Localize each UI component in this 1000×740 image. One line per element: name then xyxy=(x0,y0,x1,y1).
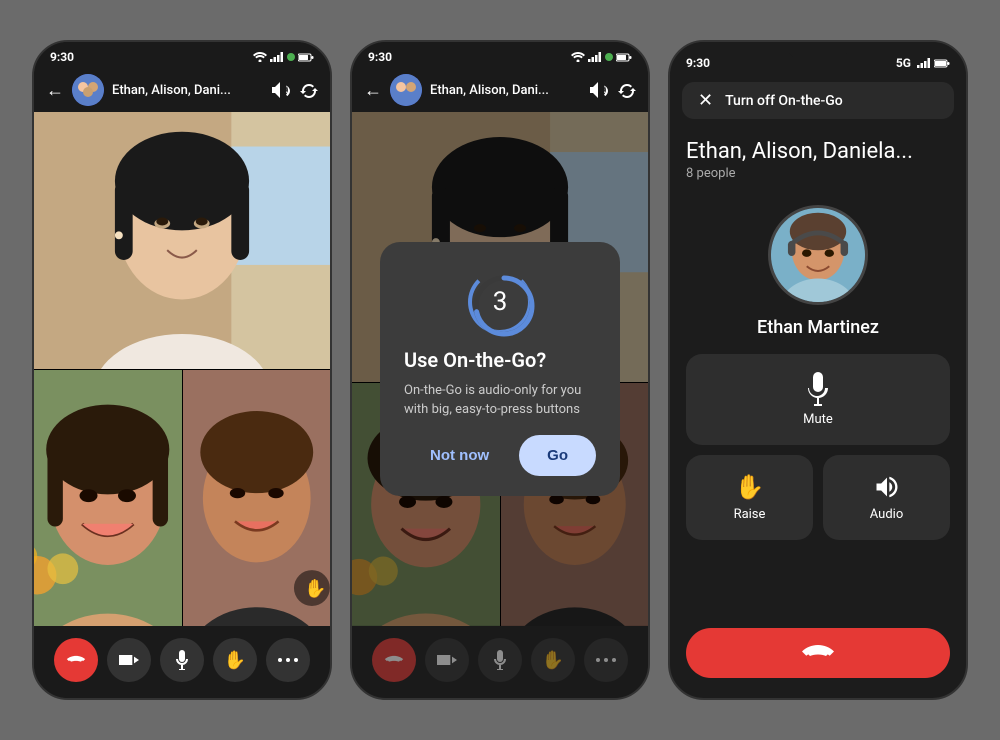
phone3-people-count: 8 people xyxy=(670,166,966,197)
end-call-button-3[interactable] xyxy=(686,628,950,678)
end-call-button-1[interactable] xyxy=(54,638,98,682)
phone-2: 9:30 ← xyxy=(350,40,650,700)
notch xyxy=(788,42,848,58)
status-icons-2 xyxy=(571,52,632,62)
mute-label-3: Mute xyxy=(803,412,833,427)
rotate-icon-2[interactable] xyxy=(618,82,636,98)
call-header-icons-2 xyxy=(590,82,636,98)
signal-label-3: 5G xyxy=(896,56,911,70)
call-header-icons-1 xyxy=(272,82,318,98)
audio-button-3[interactable]: Audio xyxy=(823,455,950,540)
call-controls-1: ✋ xyxy=(34,626,330,698)
signal-icon xyxy=(270,52,284,62)
green-dot-2 xyxy=(605,53,613,61)
call-header-1: ← Ethan, Alison, Dani... xyxy=(34,68,330,112)
mic-icon-3 xyxy=(804,372,832,406)
phone-3: 9:30 5G ✕ Turn off On-the-Go Ethan, Alis… xyxy=(668,40,968,700)
mute-button-3[interactable]: Mute xyxy=(686,354,950,445)
dialog-timer: 3 xyxy=(468,270,532,334)
svg-text:✋: ✋ xyxy=(304,577,326,599)
speaker-icon-2[interactable] xyxy=(590,82,608,98)
signal-icon-3 xyxy=(917,58,931,68)
wifi-icon-2 xyxy=(571,52,585,62)
audio-label-3: Audio xyxy=(870,507,903,522)
dialog-overlay: 3 Use On-the-Go? On-the-Go is audio-only… xyxy=(352,112,648,626)
video-top-1 xyxy=(34,112,330,369)
time-1: 9:30 xyxy=(50,50,74,64)
dialog-title: Use On-the-Go? xyxy=(404,348,546,372)
phone3-avatar xyxy=(768,205,868,305)
raise-button-3[interactable]: ✋ Raise xyxy=(686,455,813,540)
phone3-top-bar: ✕ Turn off On-the-Go xyxy=(682,82,954,119)
phone3-bottom-row: ✋ Raise Audio xyxy=(686,455,950,540)
battery-icon-3 xyxy=(934,59,950,68)
end-call-button-2[interactable] xyxy=(372,638,416,682)
more-button-1[interactable] xyxy=(266,638,310,682)
battery-icon-2 xyxy=(616,53,632,62)
dialog-buttons: Not now Go xyxy=(404,435,596,476)
phone3-call-title: Ethan, Alison, Daniela... xyxy=(670,127,966,166)
header-label-3: Turn off On-the-Go xyxy=(725,93,843,109)
call-header-2: ← Ethan, Alison, Dani... xyxy=(352,68,648,112)
end-call-icon-3 xyxy=(802,644,834,662)
status-icons-3: 5G xyxy=(896,56,950,70)
video-button-2[interactable] xyxy=(425,638,469,682)
wifi-icon xyxy=(253,52,267,62)
timer-number: 3 xyxy=(493,287,508,317)
call-controls-2: ✋ xyxy=(352,626,648,698)
call-title-1: Ethan, Alison, Dani... xyxy=(112,83,264,98)
go-button[interactable]: Go xyxy=(519,435,596,476)
close-button-3[interactable]: ✕ xyxy=(698,90,713,111)
more-button-2[interactable] xyxy=(584,638,628,682)
video-bottom-1: ✋ xyxy=(34,370,330,627)
time-2: 9:30 xyxy=(368,50,392,64)
participant-face-2 xyxy=(34,370,182,627)
video-grid-1: ✋ xyxy=(34,112,330,626)
status-bar-2: 9:30 xyxy=(352,42,648,68)
video-button-1[interactable] xyxy=(107,638,151,682)
raise-label-3: Raise xyxy=(734,507,766,522)
status-bar-1: 9:30 xyxy=(34,42,330,68)
participant-face-3: ✋ xyxy=(183,370,331,627)
green-dot-1 xyxy=(287,53,295,61)
video-bottom-left-1 xyxy=(34,370,182,627)
on-the-go-dialog: 3 Use On-the-Go? On-the-Go is audio-only… xyxy=(380,242,620,495)
participant-face-1 xyxy=(34,112,330,369)
raise-icon-3: ✋ xyxy=(735,473,765,501)
avatar-group-1 xyxy=(72,74,104,106)
battery-icon xyxy=(298,53,314,62)
signal-icon-2 xyxy=(588,52,602,62)
mic-button-1[interactable] xyxy=(160,638,204,682)
phone3-person-name: Ethan Martinez xyxy=(757,317,879,338)
time-3: 9:30 xyxy=(686,56,710,70)
phone3-controls: Mute ✋ Raise Audio xyxy=(670,354,966,618)
not-now-button[interactable]: Not now xyxy=(412,435,507,476)
phone2-video-body: 3 Use On-the-Go? On-the-Go is audio-only… xyxy=(352,112,648,626)
rotate-icon-1[interactable] xyxy=(300,82,318,98)
call-title-2: Ethan, Alison, Dani... xyxy=(430,83,582,98)
audio-icon-3 xyxy=(873,473,901,501)
avatar-group-2 xyxy=(390,74,422,106)
status-icons-1 xyxy=(253,52,314,62)
phone-1: 9:30 ← xyxy=(32,40,332,700)
raise-hand-button-2[interactable]: ✋ xyxy=(531,638,575,682)
speaker-icon-1[interactable] xyxy=(272,82,290,98)
back-button-2[interactable]: ← xyxy=(364,80,382,101)
dialog-description: On-the-Go is audio-only for you with big… xyxy=(404,382,596,418)
video-bottom-right-1: ✋ xyxy=(183,370,331,627)
back-button-1[interactable]: ← xyxy=(46,80,64,101)
phone3-avatar-section: Ethan Martinez xyxy=(670,197,966,354)
raise-hand-button-1[interactable]: ✋ xyxy=(213,638,257,682)
mic-button-2[interactable] xyxy=(478,638,522,682)
